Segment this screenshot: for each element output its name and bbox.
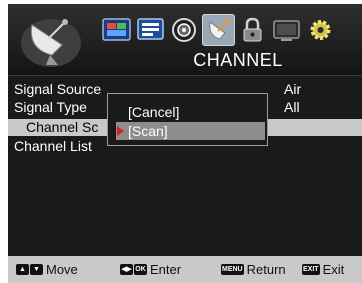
menu-item-label: Channel List xyxy=(14,138,92,154)
satellite-dish-icon xyxy=(21,19,81,67)
hint-return: MENU Return xyxy=(221,261,286,277)
tv-osd-screen: CHANNEL Signal Source Air Signal Type Al… xyxy=(8,4,362,256)
settings-icon[interactable] xyxy=(304,14,337,46)
menu-item-value: Air xyxy=(284,81,302,97)
popup-option-label: [Cancel] xyxy=(128,104,180,120)
hint-label: Move xyxy=(46,261,78,277)
header-divider xyxy=(8,75,362,76)
page-title: CHANNEL xyxy=(193,50,283,70)
ok-key-icon: OK xyxy=(134,264,147,276)
menu-item-label: Signal Type xyxy=(14,99,87,115)
hint-exit: EXIT Exit xyxy=(302,261,344,277)
hint-label: Exit xyxy=(322,261,345,277)
hint-move: ▲ ▼ Move xyxy=(16,261,78,277)
pointer-arrow-icon xyxy=(117,126,124,136)
picture-icon[interactable] xyxy=(100,14,133,46)
sound-icon[interactable] xyxy=(168,14,201,46)
menu-item-value: All xyxy=(284,99,300,115)
setup-icon[interactable] xyxy=(270,14,303,46)
footer-hint-bar: ▲ ▼ Move ◀▶ OK Enter MENU Return EXIT Exit xyxy=(8,256,362,283)
hint-label: Enter xyxy=(150,261,182,277)
popup-option-label: [Scan] xyxy=(128,123,168,139)
down-arrow-key-icon: ▼ xyxy=(30,264,43,276)
up-arrow-key-icon: ▲ xyxy=(16,264,29,276)
menu-item-label: Channel Sc xyxy=(26,119,99,135)
popup-option-scan[interactable]: [Scan] xyxy=(116,122,265,140)
scan-confirm-popup: [Cancel] [Scan] xyxy=(107,93,268,146)
hint-enter: ◀▶ OK Enter xyxy=(120,261,181,277)
channel-icon[interactable] xyxy=(202,14,235,46)
exit-key-icon: EXIT xyxy=(302,264,320,276)
menu-key-icon: MENU xyxy=(221,264,244,276)
popup-option-cancel[interactable]: [Cancel] xyxy=(116,103,265,121)
header: CHANNEL xyxy=(8,4,362,75)
lock-icon[interactable] xyxy=(236,14,269,46)
menu-item-label: Signal Source xyxy=(14,81,102,97)
left-right-key-icon: ◀▶ xyxy=(120,264,133,276)
hint-label: Return xyxy=(246,261,286,277)
screen-icon[interactable] xyxy=(134,14,167,46)
